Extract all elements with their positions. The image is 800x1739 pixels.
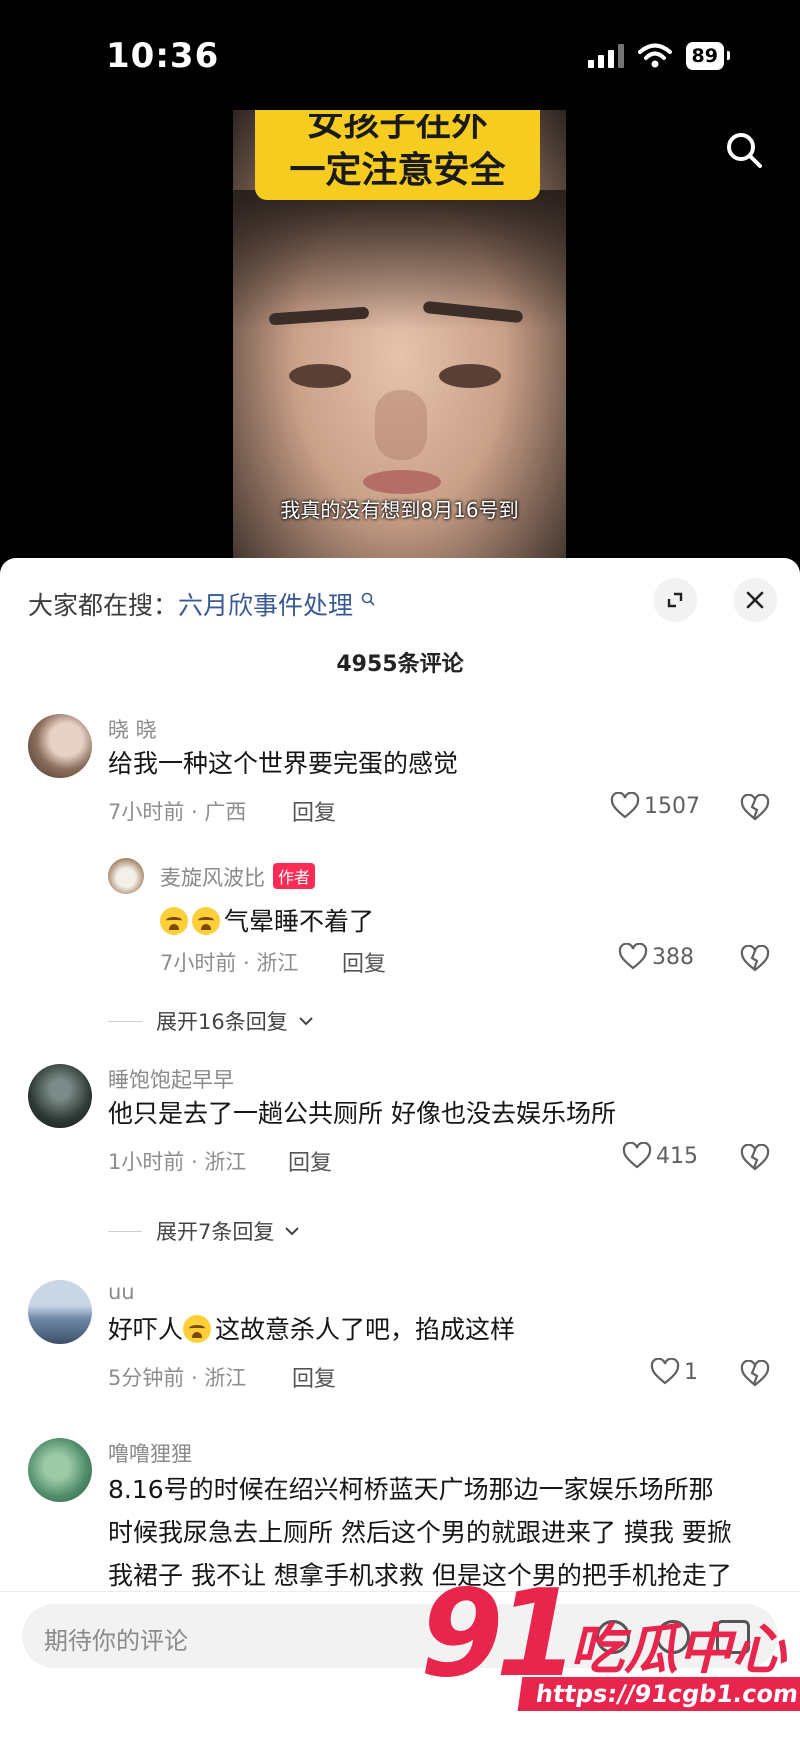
crying-emoji-icon [192, 907, 220, 935]
dislike-icon[interactable] [740, 945, 770, 973]
expand-icon [667, 592, 683, 608]
comment-count: 4955条评论 [336, 652, 464, 677]
comment-username[interactable]: 晓 晓 [108, 714, 157, 744]
crying-emoji-icon [183, 1315, 212, 1343]
like-count: 1507 [644, 793, 700, 819]
comment-text: 好吓人 这故意杀人了吧，掐成这样 [108, 1310, 515, 1346]
video-banner-line1: 女孩子在外 [307, 114, 488, 144]
status-bar: 10:36 89 [0, 0, 800, 110]
divider [108, 1230, 142, 1232]
chevron-down-icon [285, 1227, 300, 1236]
reply-item: 麦旋风波比 作者 气晕睡不着了 7小时前 · 浙江 回复 388 [0, 858, 800, 1018]
video-subtitle: 我真的没有想到8月16号到 [280, 498, 519, 522]
cellular-signal-icon [587, 44, 624, 68]
watermark-text: 吃瓜中心 [570, 1618, 786, 1681]
video-player[interactable]: 女孩子在外 一定注意安全 我真的没有想到8月16号到 [233, 110, 566, 558]
dislike-icon[interactable] [740, 1360, 770, 1388]
heart-icon [618, 943, 648, 970]
battery-indicator: 89 [685, 42, 731, 70]
reply-text: 气晕睡不着了 [224, 907, 375, 936]
crying-emoji-icon [160, 907, 188, 935]
like-button[interactable]: 388 [618, 943, 694, 971]
comment-text-line: 8.16号的时候在绍兴柯桥蓝天广场那边一家娱乐场所那 [108, 1475, 714, 1504]
reply-username-text: 麦旋风波比 [160, 866, 265, 890]
watermark-url: https://91cgb1.com [517, 1677, 800, 1711]
reply-button[interactable]: 回复 [292, 1361, 336, 1393]
search-icon[interactable] [724, 130, 764, 170]
comment-meta: 5分钟前 · 浙江 [108, 1366, 247, 1390]
like-button[interactable]: 1507 [610, 792, 700, 820]
small-search-icon [361, 592, 375, 606]
comment-text-after: 这故意杀人了吧，掐成这样 [215, 1315, 516, 1344]
comment-item: uu 好吓人 这故意杀人了吧，掐成这样 5分钟前 · 浙江 回复 1 [0, 1280, 800, 1430]
wifi-icon [637, 43, 672, 68]
author-badge: 作者 [273, 863, 316, 889]
heart-icon [622, 1142, 652, 1169]
reply-button[interactable]: 回复 [292, 795, 336, 827]
comment-meta: 1小时前 · 浙江 [108, 1150, 247, 1174]
status-time: 10:36 [106, 36, 220, 76]
hot-search-bar[interactable]: 大家都在搜：六月欣事件处理 [28, 586, 375, 622]
comment-meta: 7小时前 · 广西 [108, 800, 247, 824]
avatar[interactable] [108, 858, 144, 894]
heart-icon [650, 1358, 680, 1385]
like-count: 388 [652, 944, 694, 970]
comment-text: 气晕睡不着了 [160, 902, 374, 938]
expand-replies-label: 展开7条回复 [156, 1220, 275, 1244]
video-frame-eye-left [289, 364, 351, 388]
divider [108, 1020, 142, 1022]
reply-button[interactable]: 回复 [288, 1145, 332, 1177]
comment-text: 给我一种这个世界要完蛋的感觉 [108, 749, 459, 778]
video-frame-hair [233, 190, 566, 330]
close-sheet-button[interactable] [733, 578, 777, 622]
reply-button[interactable]: 回复 [342, 946, 386, 978]
like-button[interactable]: 1 [650, 1358, 698, 1386]
avatar[interactable] [28, 714, 92, 778]
avatar[interactable] [28, 1064, 92, 1128]
comment-username[interactable]: 噜噜狸狸 [108, 1438, 192, 1468]
comment-meta: 7小时前 · 浙江 [160, 951, 299, 975]
dislike-icon[interactable] [740, 1144, 770, 1172]
heart-icon [610, 792, 640, 819]
chevron-down-icon [299, 1017, 313, 1026]
comment-input-placeholder: 期待你的评论 [44, 1627, 188, 1655]
hot-search-prefix: 大家都在搜： [28, 591, 179, 620]
avatar[interactable] [28, 1280, 92, 1344]
expand-replies-button[interactable]: 展开16条回复 [108, 1006, 314, 1036]
status-icons: 89 [587, 42, 731, 70]
comment-sheet: 大家都在搜：六月欣事件处理 4955条评论 晓 晓 给我一种这个世界要完蛋的感觉… [0, 558, 800, 1739]
comment-text: 他只是去了一趟公共厕所 好像也没去娱乐场所 [108, 1099, 616, 1128]
expand-replies-label: 展开16条回复 [156, 1010, 288, 1034]
avatar[interactable] [28, 1438, 92, 1502]
watermark-logo: 91 吃瓜中心 https://91cgb1.com [420, 1565, 800, 1739]
comment-text-before: 好吓人 [108, 1315, 184, 1344]
comment-item: 睡饱饱起早早 他只是去了一趟公共厕所 好像也没去娱乐场所 1小时前 · 浙江 回… [0, 1064, 800, 1214]
like-count: 1 [684, 1359, 698, 1385]
comment-username[interactable]: 睡饱饱起早早 [108, 1064, 234, 1094]
like-count: 415 [656, 1143, 698, 1169]
expand-sheet-button[interactable] [653, 578, 697, 622]
like-button[interactable]: 415 [622, 1142, 698, 1170]
hot-search-link[interactable]: 六月欣事件处理 [178, 591, 353, 620]
video-frame-mouth [363, 470, 441, 494]
video-frame-nose [375, 390, 427, 460]
comment-username[interactable]: 麦旋风波比 作者 [160, 862, 316, 892]
close-icon [746, 591, 764, 609]
expand-replies-button[interactable]: 展开7条回复 [108, 1216, 300, 1246]
dislike-icon[interactable] [740, 794, 770, 822]
video-banner-line2: 一定注意安全 [289, 150, 506, 191]
video-frame-eye-right [439, 364, 501, 388]
comment-username[interactable]: uu [108, 1280, 135, 1304]
video-banner: 女孩子在外 一定注意安全 [255, 110, 540, 200]
comment-text-line: 时候我尿急去上厕所 然后这个男的就跟进来了 摸我 要掀 [108, 1518, 732, 1547]
